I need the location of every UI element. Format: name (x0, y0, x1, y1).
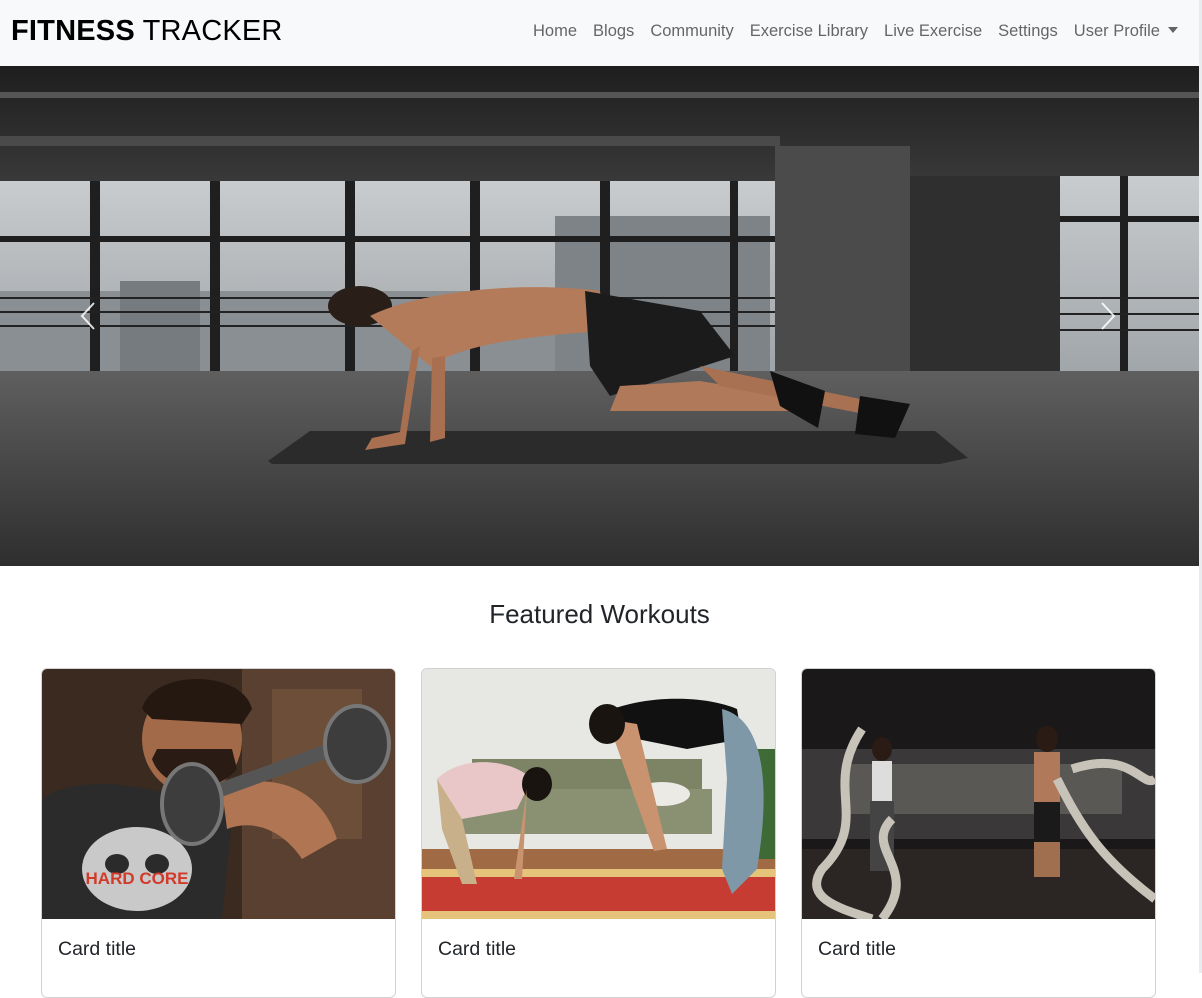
nav-community[interactable]: Community (650, 20, 733, 42)
card-image-battle-ropes (802, 669, 1155, 919)
brand-rest-text: TRACKER (134, 15, 283, 47)
nav-home[interactable]: Home (533, 20, 577, 42)
brand-bold-text: FITNESS (11, 15, 135, 47)
workout-card[interactable]: Card title (421, 668, 776, 998)
nav-exercise-library[interactable]: Exercise Library (750, 20, 868, 42)
chevron-right-icon (1101, 302, 1116, 330)
chevron-left-icon (80, 302, 95, 330)
workout-card[interactable]: Card title (801, 668, 1156, 998)
featured-workouts-heading: Featured Workouts (489, 599, 710, 629)
nav-settings[interactable]: Settings (998, 20, 1058, 42)
user-profile-label: User Profile (1073, 22, 1160, 40)
navbar: FITNESS TRACKER Home Blogs Community Exe… (0, 0, 1202, 66)
hero-carousel (0, 66, 1199, 566)
caret-down-icon (1168, 27, 1178, 33)
hero-image (0, 66, 1199, 566)
nav-links: Home Blogs Community Exercise Library Li… (533, 20, 1178, 42)
card-image-stretching (422, 669, 775, 919)
card-image-dumbbell-curl: HARD CORE (42, 669, 395, 919)
nav-blogs[interactable]: Blogs (593, 20, 634, 42)
nav-user-profile-dropdown[interactable]: User Profile (1074, 20, 1178, 42)
shirt-print-text: HARD CORE (86, 869, 189, 888)
brand-logo[interactable]: FITNESS TRACKER (11, 13, 283, 49)
carousel-next-button[interactable] (1088, 291, 1128, 341)
card-title: Card title (58, 938, 137, 960)
carousel-prev-button[interactable] (68, 291, 108, 341)
card-title: Card title (438, 938, 517, 960)
nav-live-exercise[interactable]: Live Exercise (884, 20, 982, 42)
workout-card[interactable]: HARD CORE Card title (41, 668, 396, 998)
card-title: Card title (818, 938, 897, 960)
